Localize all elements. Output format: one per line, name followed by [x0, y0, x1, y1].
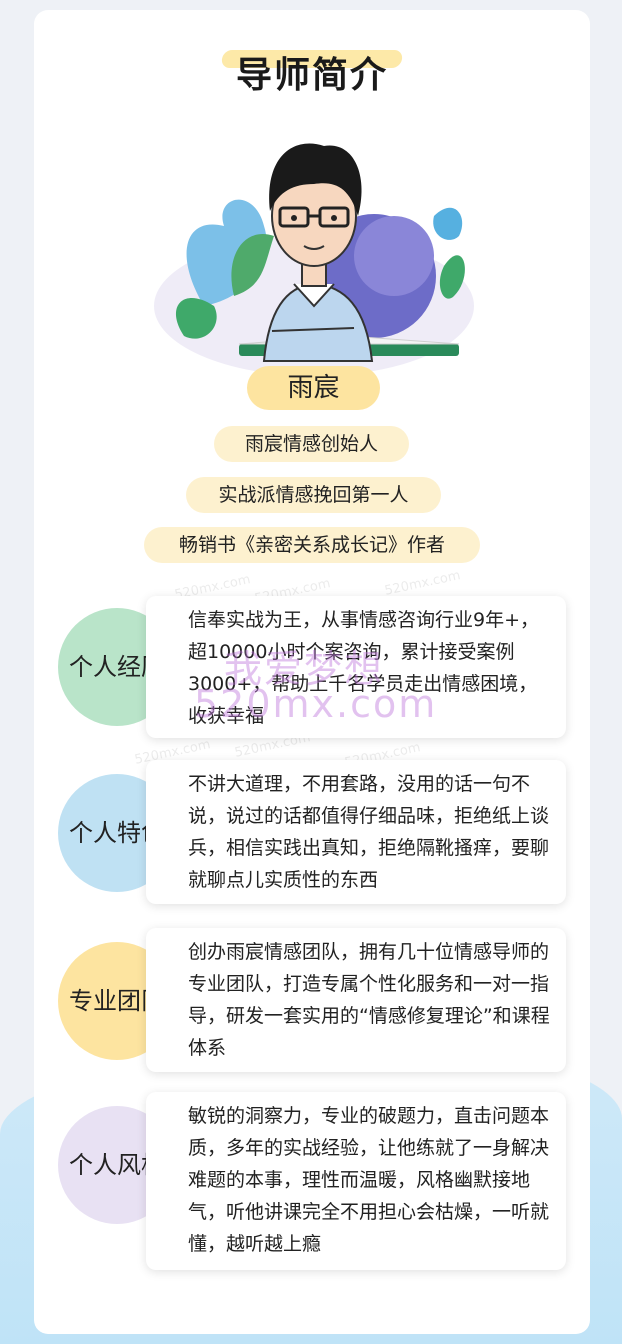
section-text-team: 创办雨宸情感团队，拥有几十位情感导师的专业团队，打造专属个性化服务和一对一指导，… [146, 928, 566, 1072]
tag-first: 实战派情感挽回第一人 [186, 477, 441, 513]
watermark-small: 520mx.com [383, 568, 462, 599]
section-text-features: 不讲大道理，不用套路，没用的话一句不说，说过的话都值得仔细品味，拒绝纸上谈兵，相… [146, 760, 566, 904]
watermark-big: 520mx.com [194, 682, 438, 726]
section-text-style: 敏锐的洞察力，专业的破题力，直击问题本质，多年的实战经验，让他练就了一身解决难题… [146, 1092, 566, 1270]
tag-author: 畅销书《亲密关系成长记》作者 [144, 527, 480, 563]
mentor-illustration [154, 143, 474, 376]
title-area: 导师简介 [34, 46, 590, 98]
page-title: 导师简介 [235, 55, 388, 96]
tag-founder: 雨宸情感创始人 [214, 426, 409, 462]
intro-card: 导师简介 雨宸 雨宸情感创始人 实战派情感挽回第一人 畅销书《亲密关系成长记》作… [34, 10, 590, 1334]
mentor-name: 雨宸 [247, 366, 380, 410]
